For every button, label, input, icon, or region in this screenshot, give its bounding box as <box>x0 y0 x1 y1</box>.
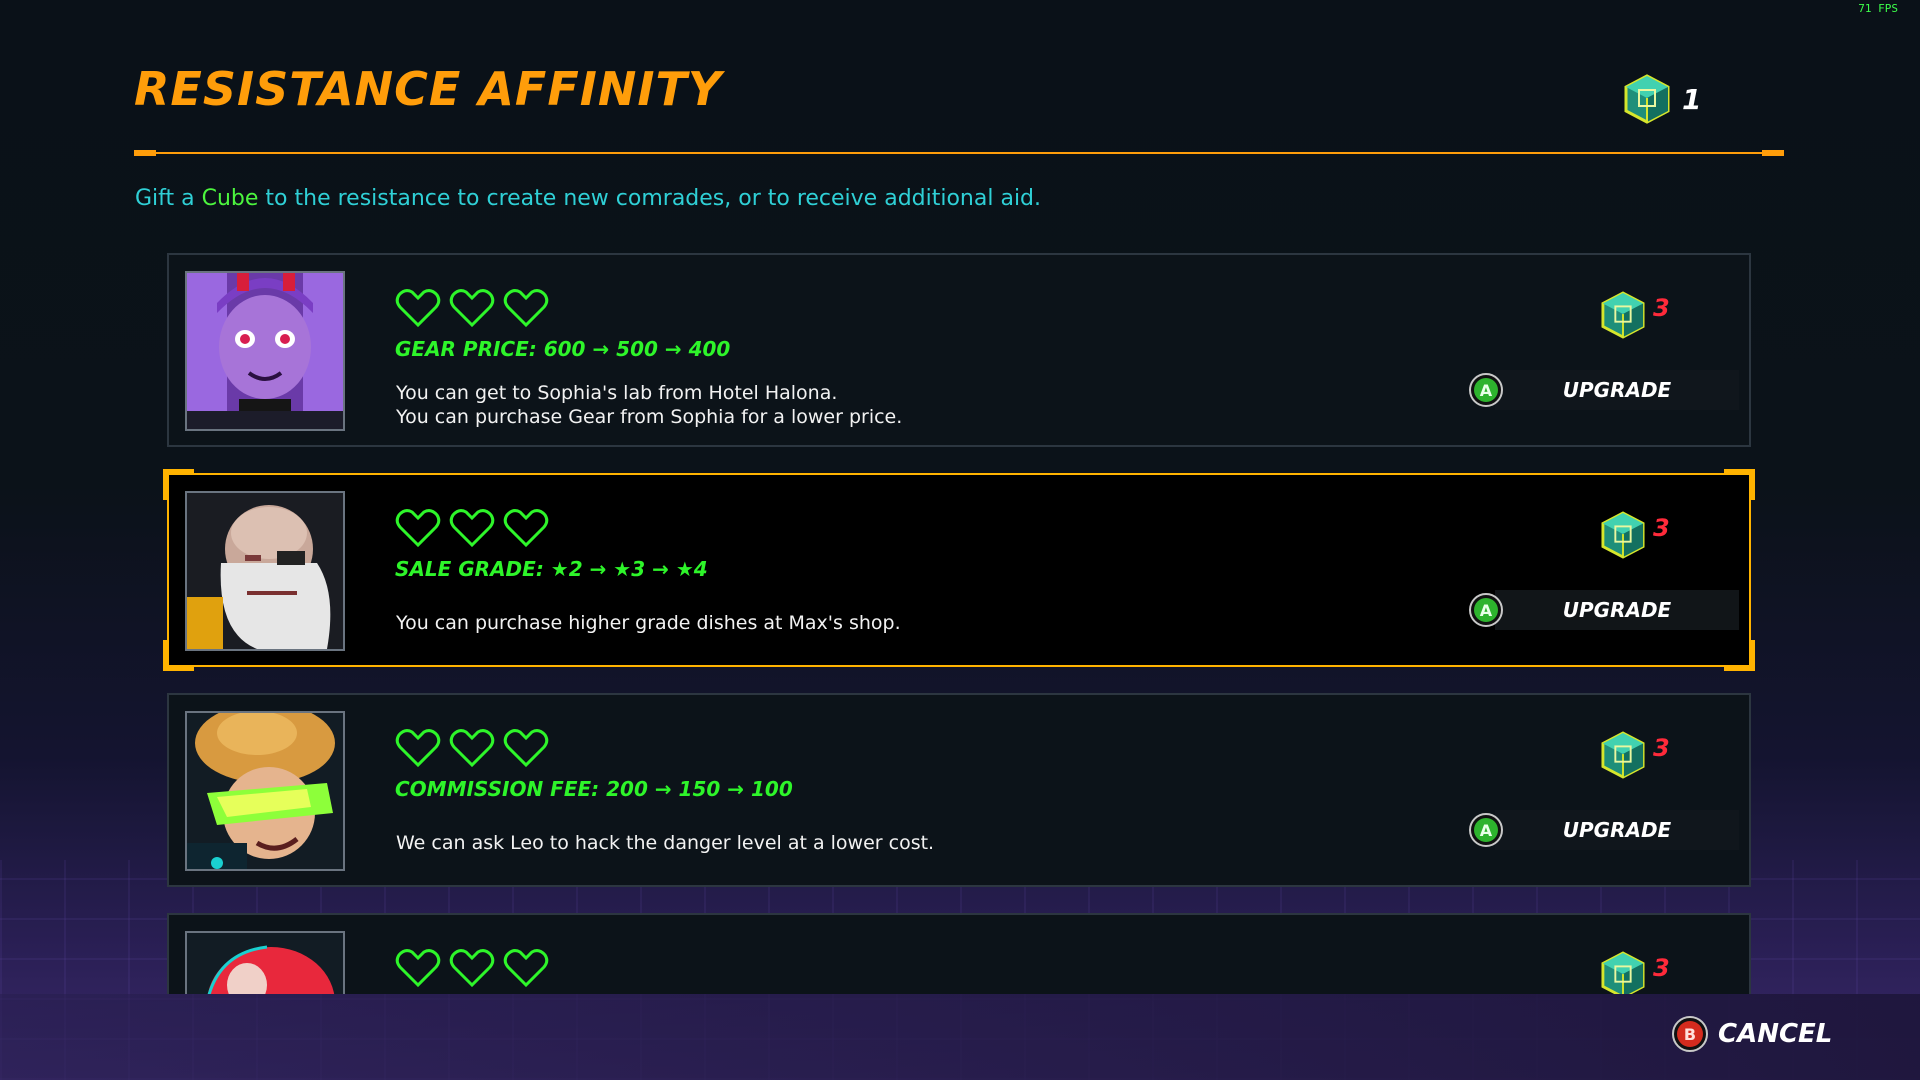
stat-values: : 200 → 150 → 100 <box>591 777 793 801</box>
divider-cap-right <box>1762 150 1784 156</box>
header-divider <box>134 152 1784 154</box>
stat-values: : 600 → 500 → 400 <box>528 337 731 361</box>
a-button-icon: A <box>1469 373 1503 407</box>
portrait-leo <box>185 711 345 871</box>
upgrade-cost: 3 <box>1601 951 1670 994</box>
affinity-hearts <box>395 947 549 989</box>
stat-label: COMMISSION FEE <box>395 777 592 801</box>
heart-empty-icon <box>449 289 495 328</box>
heart-empty-icon <box>503 729 549 768</box>
cube-icon <box>1601 731 1645 779</box>
a-button-icon: A <box>1469 813 1503 847</box>
a-button-glyph: A <box>1474 818 1498 842</box>
upgrade-cost: 3 <box>1601 291 1670 339</box>
upgrade-button[interactable]: A UPGRADE <box>1469 589 1739 631</box>
stat-line: SALE GRADE: ★2 → ★3 → ★4 <box>395 557 708 581</box>
heart-empty-icon <box>503 509 549 548</box>
stat-line: COMMISSION FEE: 200 → 150 → 100 <box>395 777 793 801</box>
upgrade-button[interactable]: A UPGRADE <box>1469 809 1739 851</box>
description-line: We can ask Leo to hack the danger level … <box>396 832 935 854</box>
instructions-highlight: Cube <box>201 186 259 211</box>
instructions-suffix: to the resistance to create new comrades… <box>258 186 1042 211</box>
affinity-hearts <box>395 287 549 329</box>
stat-line: GEAR PRICE: 600 → 500 → 400 <box>395 337 730 361</box>
card-description: We can ask Leo to hack the danger level … <box>396 831 934 855</box>
description-line: You can purchase higher grade dishes at … <box>396 612 901 634</box>
selection-corner <box>1724 640 1755 671</box>
a-button-glyph: A <box>1474 598 1498 622</box>
cancel-label: CANCEL <box>1718 1019 1833 1049</box>
portrait-max <box>185 491 345 651</box>
heart-empty-icon <box>395 949 441 988</box>
heart-empty-icon <box>503 949 549 988</box>
cost-value: 3 <box>1653 954 1670 982</box>
cube-icon <box>1601 951 1645 994</box>
bottom-action-bar <box>0 994 1920 1080</box>
description-line: You can get to Sophia's lab from Hotel H… <box>396 382 838 404</box>
a-button-glyph: A <box>1474 378 1498 402</box>
cost-value: 3 <box>1653 294 1670 322</box>
portrait-sophia <box>185 271 345 431</box>
affinity-card-sophia[interactable]: GEAR PRICE: 600 → 500 → 400 You can get … <box>167 253 1751 447</box>
stat-label: GEAR PRICE <box>395 337 529 361</box>
page-title: RESISTANCE AFFINITY <box>134 62 723 116</box>
cube-icon <box>1601 291 1645 339</box>
b-button-icon: B <box>1672 1016 1708 1052</box>
affinity-card-leo[interactable]: COMMISSION FEE: 200 → 150 → 100 We can a… <box>167 693 1751 887</box>
upgrade-cost: 3 <box>1601 731 1670 779</box>
a-button-icon: A <box>1469 593 1503 627</box>
portrait-partial <box>185 931 345 994</box>
affinity-hearts <box>395 727 549 769</box>
upgrade-label: UPGRADE <box>1495 590 1739 630</box>
instructions-prefix: Gift a <box>135 186 202 211</box>
upgrade-label: UPGRADE <box>1495 370 1739 410</box>
card-description: You can get to Sophia's lab from Hotel H… <box>396 381 902 429</box>
instructions-text: Gift a Cube to the resistance to create … <box>135 186 1041 211</box>
heart-empty-icon <box>449 509 495 548</box>
divider-cap-left <box>134 150 156 156</box>
affinity-hearts <box>395 507 549 549</box>
heart-empty-icon <box>503 289 549 328</box>
upgrade-label: UPGRADE <box>1495 810 1739 850</box>
description-line: You can purchase Gear from Sophia for a … <box>396 406 903 428</box>
heart-empty-icon <box>395 729 441 768</box>
stat-label: SALE GRADE <box>395 557 536 581</box>
b-button-glyph: B <box>1677 1021 1703 1047</box>
cube-icon <box>1624 74 1670 124</box>
heart-empty-icon <box>395 289 441 328</box>
heart-empty-icon <box>449 729 495 768</box>
fps-counter: 71 FPS <box>1858 2 1898 15</box>
stat-values: : ★2 → ★3 → ★4 <box>535 557 708 581</box>
upgrade-cost: 3 <box>1601 511 1670 559</box>
cost-value: 3 <box>1653 514 1670 542</box>
cube-count: 1 <box>1682 82 1702 116</box>
heart-empty-icon <box>449 949 495 988</box>
cube-inventory: 1 <box>1624 74 1701 124</box>
selection-corner <box>1724 469 1755 500</box>
card-description: You can purchase higher grade dishes at … <box>396 611 901 635</box>
affinity-card-max[interactable]: SALE GRADE: ★2 → ★3 → ★4 You can purchas… <box>163 469 1755 671</box>
cube-icon <box>1601 511 1645 559</box>
cost-value: 3 <box>1653 734 1670 762</box>
affinity-card-partial[interactable]: 3 <box>167 913 1751 994</box>
cancel-button[interactable]: B CANCEL <box>1672 1016 1832 1052</box>
upgrade-button[interactable]: A UPGRADE <box>1469 369 1739 411</box>
heart-empty-icon <box>395 509 441 548</box>
